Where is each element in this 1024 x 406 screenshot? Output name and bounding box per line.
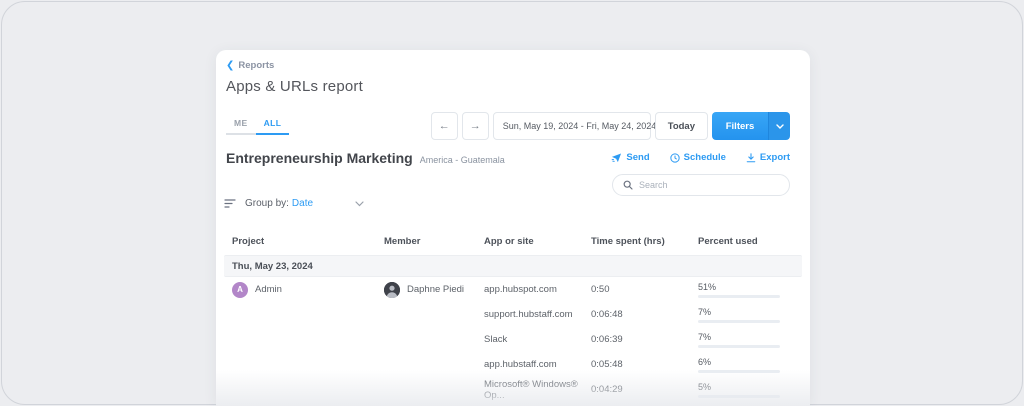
project-avatar: A: [232, 281, 248, 298]
group-by-control[interactable]: Group by: Date: [224, 198, 364, 209]
member-avatar: [384, 281, 400, 298]
project-group-title: Entrepreneurship Marketing: [226, 150, 413, 166]
project-group-subtitle: America - Guatemala: [419, 155, 505, 165]
percent-used-cell: 5%: [698, 382, 790, 398]
search-input[interactable]: [639, 180, 779, 190]
member-name: Daphne Piedi: [407, 284, 465, 295]
filters-label[interactable]: Filters: [712, 112, 768, 140]
app-or-site: Microsoft® Windows® Op...: [484, 378, 578, 401]
project-cell: A Admin: [232, 281, 384, 298]
column-header-project: Project: [232, 235, 265, 247]
column-header-app: App or site: [484, 235, 534, 247]
download-icon: [746, 152, 756, 163]
project-name: Admin: [255, 284, 282, 295]
time-spent: 0:04:29: [591, 384, 623, 395]
app-or-site: app.hubstaff.com: [484, 359, 557, 370]
table-body: A Admin Daphne Piedi app.hubspot.com 0:5…: [216, 277, 810, 402]
group-by-label: Group by:: [245, 198, 289, 209]
percent-used-cell: 7%: [698, 307, 790, 323]
report-card: ❮ Reports Apps & URLs report ME ALL ← → …: [216, 50, 810, 406]
search-icon: [623, 180, 633, 190]
arrow-left-icon: ←: [438, 120, 450, 132]
filters-dropdown-toggle[interactable]: [768, 112, 790, 140]
tab-me[interactable]: ME: [226, 112, 256, 135]
percent-label: 7%: [698, 306, 712, 317]
percent-label: 51%: [698, 281, 717, 292]
table-row[interactable]: Slack 0:06:39 7%: [216, 327, 810, 352]
paper-plane-icon: [611, 152, 622, 163]
percent-used-cell: 7%: [698, 332, 790, 348]
usage-progress-bar: [698, 319, 780, 323]
usage-progress-bar: [698, 394, 780, 398]
group-by-value[interactable]: Date: [292, 198, 313, 209]
apps-urls-table: Project Member App or site Time spent (h…: [216, 232, 810, 406]
time-spent: 0:50: [591, 284, 610, 295]
chevron-down-icon: [775, 123, 784, 129]
breadcrumb[interactable]: ❮ Reports: [226, 60, 274, 71]
table-row[interactable]: Microsoft® Windows® Op... 0:04:29 5%: [216, 377, 810, 402]
member-cell: Daphne Piedi: [384, 281, 484, 298]
column-header-percent: Percent used: [698, 235, 758, 247]
time-spent: 0:06:39: [591, 334, 623, 345]
percent-used-cell: 6%: [698, 357, 790, 373]
table-row[interactable]: support.hubstaff.com 0:06:48 7%: [216, 302, 810, 327]
clock-icon: [669, 152, 680, 163]
percent-used-cell: 51%: [698, 282, 790, 298]
time-spent: 0:05:48: [591, 359, 623, 370]
send-button[interactable]: Send: [611, 152, 650, 163]
export-label: Export: [759, 152, 790, 163]
table-header-row: Project Member App or site Time spent (h…: [216, 232, 810, 250]
usage-progress-bar: [698, 369, 780, 373]
date-group-row: Thu, May 23, 2024: [224, 255, 802, 277]
date-group-label: Thu, May 23, 2024: [232, 260, 313, 272]
section-header: Entrepreneurship Marketing America - Gua…: [226, 150, 790, 166]
app-or-site: app.hubspot.com: [484, 284, 557, 295]
report-actions: Send Schedule Export: [611, 152, 790, 163]
schedule-button[interactable]: Schedule: [669, 152, 726, 163]
percent-label: 7%: [698, 331, 712, 342]
scope-tabs: ME ALL: [226, 112, 290, 135]
sort-lines-icon: [224, 199, 236, 208]
today-button[interactable]: Today: [654, 112, 708, 140]
column-header-time: Time spent (hrs): [591, 235, 665, 247]
usage-progress-bar: [698, 344, 780, 348]
page-title: Apps & URLs report: [226, 78, 363, 95]
table-row[interactable]: app.hubstaff.com 0:05:48 6%: [216, 352, 810, 377]
app-or-site: support.hubstaff.com: [484, 309, 573, 320]
export-button[interactable]: Export: [746, 152, 790, 163]
chevron-down-icon[interactable]: [355, 200, 364, 207]
usage-progress-bar: [698, 294, 780, 298]
breadcrumb-label: Reports: [238, 60, 275, 71]
percent-label: 6%: [698, 356, 712, 367]
schedule-label: Schedule: [683, 152, 726, 163]
table-row[interactable]: A Admin Daphne Piedi app.hubspot.com 0:5…: [216, 277, 810, 302]
next-period-button[interactable]: →: [461, 112, 489, 140]
app-or-site: Slack: [484, 334, 508, 345]
tab-all[interactable]: ALL: [255, 112, 290, 135]
time-spent: 0:06:48: [591, 309, 623, 320]
prev-period-button[interactable]: ←: [430, 112, 458, 140]
date-controls: ← → Sun, May 19, 2024 - Fri, May 24, 202…: [430, 112, 790, 140]
date-range-value: Sun, May 19, 2024 - Fri, May 24, 2024: [502, 121, 657, 131]
percent-label: 5%: [698, 381, 712, 392]
date-range-picker[interactable]: Sun, May 19, 2024 - Fri, May 24, 2024: [492, 112, 673, 140]
chevron-left-icon: ❮: [226, 59, 235, 71]
send-label: Send: [626, 152, 650, 163]
arrow-right-icon: →: [469, 120, 481, 132]
filters-button[interactable]: Filters: [712, 112, 790, 140]
search-field[interactable]: [612, 174, 790, 196]
column-header-member: Member: [384, 235, 421, 247]
